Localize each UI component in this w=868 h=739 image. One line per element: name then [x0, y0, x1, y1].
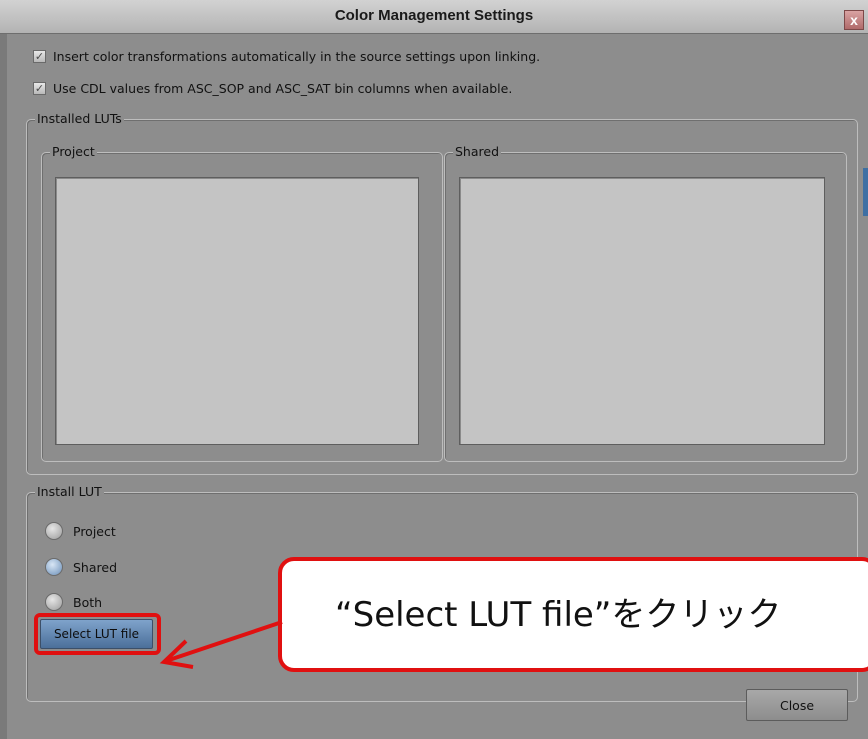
- project-luts-legend: Project: [50, 144, 97, 160]
- installed-luts-legend: Installed LUTs: [35, 111, 124, 127]
- shared-luts-legend: Shared: [453, 144, 502, 160]
- side-accent-bar: [863, 168, 868, 216]
- insert-transforms-label: Insert color transformations automatical…: [53, 48, 541, 64]
- both-radio-label: Both: [73, 594, 103, 610]
- shared-radio-label: Shared: [73, 559, 118, 575]
- project-lut-list[interactable]: [55, 177, 419, 445]
- install-option-shared[interactable]: Shared: [45, 556, 117, 578]
- highlight-frame: [34, 613, 161, 655]
- install-option-both[interactable]: Both: [45, 591, 102, 613]
- use-cdl-checkbox[interactable]: ✓: [33, 81, 46, 95]
- window-close-button[interactable]: x: [844, 10, 864, 30]
- project-radio-label: Project: [73, 523, 116, 539]
- annotation-text: “Select LUT file”をクリック: [335, 595, 782, 635]
- installed-luts-group: Installed LUTs Project Shared: [26, 111, 858, 475]
- project-radio[interactable]: [45, 522, 63, 540]
- install-lut-legend: Install LUT: [35, 484, 104, 500]
- screenshot: Color Management Settings x ✓ Insert col…: [0, 0, 868, 739]
- shared-lut-list[interactable]: [459, 177, 825, 445]
- both-radio[interactable]: [45, 593, 63, 611]
- insert-transforms-checkbox[interactable]: ✓: [33, 49, 46, 63]
- shared-radio[interactable]: [45, 558, 63, 576]
- shared-luts-group: Shared: [444, 144, 847, 462]
- close-button[interactable]: Close: [746, 689, 848, 721]
- title-bar: Color Management Settings x: [0, 0, 868, 34]
- use-cdl-label: Use CDL values from ASC_SOP and ASC_SAT …: [53, 80, 513, 96]
- window-title: Color Management Settings: [334, 7, 534, 24]
- insert-transforms-option[interactable]: ✓ Insert color transformations automatic…: [33, 46, 540, 66]
- annotation-callout: “Select LUT file”をクリック: [278, 557, 868, 672]
- install-option-project[interactable]: Project: [45, 520, 116, 542]
- use-cdl-option[interactable]: ✓ Use CDL values from ASC_SOP and ASC_SA…: [33, 78, 512, 98]
- project-luts-group: Project: [41, 144, 443, 462]
